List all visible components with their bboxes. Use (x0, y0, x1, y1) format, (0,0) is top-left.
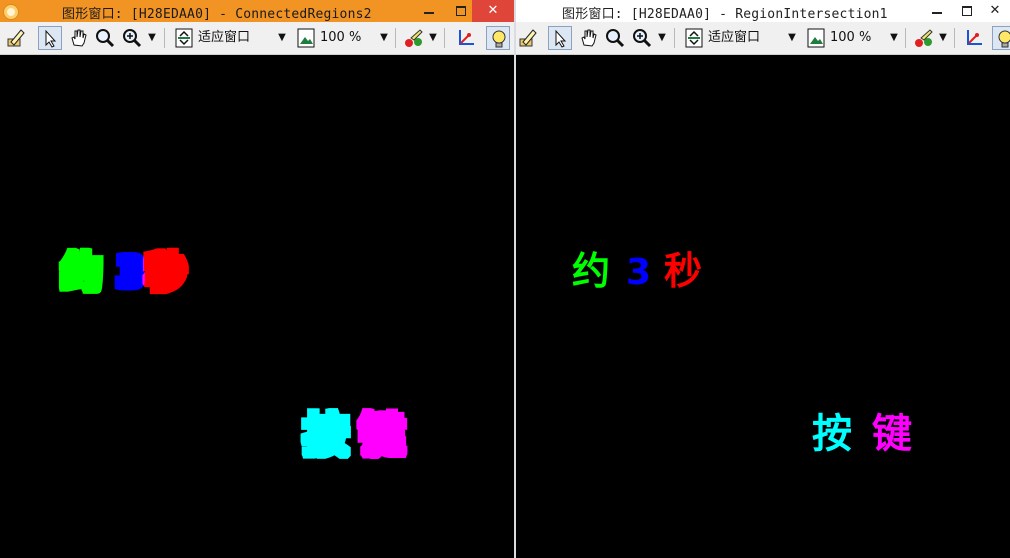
graphics-canvas[interactable]: 约 3 秒 按 键 (516, 55, 1010, 558)
zoom-level-icon[interactable] (294, 26, 318, 50)
fit-window-label[interactable]: 适应窗口 (198, 26, 250, 50)
region-blue: 3 (626, 252, 651, 293)
fit-dropdown-chevron-down-icon[interactable]: ▼ (787, 26, 797, 50)
region-blue: 3 (116, 250, 144, 296)
zoom-dropdown-chevron-down-icon[interactable]: ▼ (657, 26, 667, 50)
close-button[interactable]: ✕ (472, 0, 514, 22)
pointer-arrow-icon[interactable] (38, 26, 62, 50)
region-magenta: 键 (360, 410, 404, 461)
title-bar[interactable]: 图形窗口: [H28EDAA0] - ConnectedRegions2 ✕ (0, 0, 514, 22)
lightbulb-icon[interactable] (992, 26, 1010, 50)
toolbar: ▼ 适应窗口 ▼ 100 % ▼ ▼ (0, 22, 514, 55)
maximize-button[interactable] (950, 0, 984, 22)
pointer-arrow-icon[interactable] (548, 26, 572, 50)
zoom-level-chevron-down-icon[interactable]: ▼ (889, 26, 899, 50)
zoom-level-label[interactable]: 100 % (830, 26, 871, 50)
window-title: 图形窗口: [H28EDAA0] - ConnectedRegions2 (62, 7, 372, 22)
color-brush-icon[interactable] (912, 26, 936, 50)
region-green: 约 (62, 250, 102, 296)
pan-hand-icon[interactable] (576, 26, 600, 50)
region-green: 约 (572, 249, 610, 293)
fit-window-label[interactable]: 适应窗口 (708, 26, 760, 50)
pan-hand-icon[interactable] (66, 26, 90, 50)
fit-dropdown-chevron-down-icon[interactable]: ▼ (277, 26, 287, 50)
connected-regions-display: 约 3 秒 按 键 (62, 250, 404, 461)
region-cyan: 按 (812, 411, 852, 457)
graphics-window-connected-regions: 图形窗口: [H28EDAA0] - ConnectedRegions2 ✕ ▼… (0, 0, 514, 558)
color-brush-icon[interactable] (402, 26, 426, 50)
toolbar: ▼ 适应窗口 ▼ 100 % ▼ ▼ (516, 22, 1010, 55)
edit-pencil-icon[interactable] (516, 26, 540, 50)
zoom-in-icon[interactable] (630, 26, 654, 50)
toolbar-divider (674, 28, 675, 48)
zoom-level-label[interactable]: 100 % (320, 26, 361, 50)
fit-window-icon[interactable] (682, 26, 706, 50)
axis-coordinate-icon[interactable] (454, 26, 478, 50)
graphics-window-region-intersection: 图形窗口: [H28EDAA0] - RegionIntersection1 ✕… (516, 0, 1010, 558)
window-title: 图形窗口: [H28EDAA0] - RegionIntersection1 (562, 7, 888, 22)
magnifier-icon[interactable] (603, 26, 627, 50)
color-dropdown-chevron-down-icon[interactable]: ▼ (428, 26, 438, 50)
region-red: 秒 (664, 249, 702, 293)
magnifier-icon[interactable] (93, 26, 117, 50)
halcon-app-icon (3, 4, 19, 20)
zoom-level-icon[interactable] (804, 26, 828, 50)
region-magenta: 键 (872, 411, 912, 457)
graphics-canvas[interactable]: 约 3 秒 按 键 (0, 55, 514, 558)
fit-window-icon[interactable] (172, 26, 196, 50)
lightbulb-icon[interactable] (486, 26, 510, 50)
toolbar-divider (164, 28, 165, 48)
minimize-button[interactable] (920, 0, 954, 22)
minimize-button[interactable] (412, 0, 446, 22)
toolbar-divider (444, 28, 445, 48)
toolbar-divider (954, 28, 955, 48)
zoom-dropdown-chevron-down-icon[interactable]: ▼ (147, 26, 157, 50)
zoom-level-chevron-down-icon[interactable]: ▼ (379, 26, 389, 50)
toolbar-divider (395, 28, 396, 48)
zoom-in-icon[interactable] (120, 26, 144, 50)
edit-pencil-icon[interactable] (4, 26, 28, 50)
title-bar[interactable]: 图形窗口: [H28EDAA0] - RegionIntersection1 ✕ (516, 0, 1010, 22)
axis-coordinate-icon[interactable] (962, 26, 986, 50)
color-dropdown-chevron-down-icon[interactable]: ▼ (938, 26, 948, 50)
toolbar-divider (905, 28, 906, 48)
region-cyan: 按 (304, 410, 348, 461)
close-button[interactable]: ✕ (980, 0, 1010, 22)
region-red: 秒 (146, 250, 186, 296)
region-intersection-display: 约 3 秒 按 键 (572, 249, 912, 457)
